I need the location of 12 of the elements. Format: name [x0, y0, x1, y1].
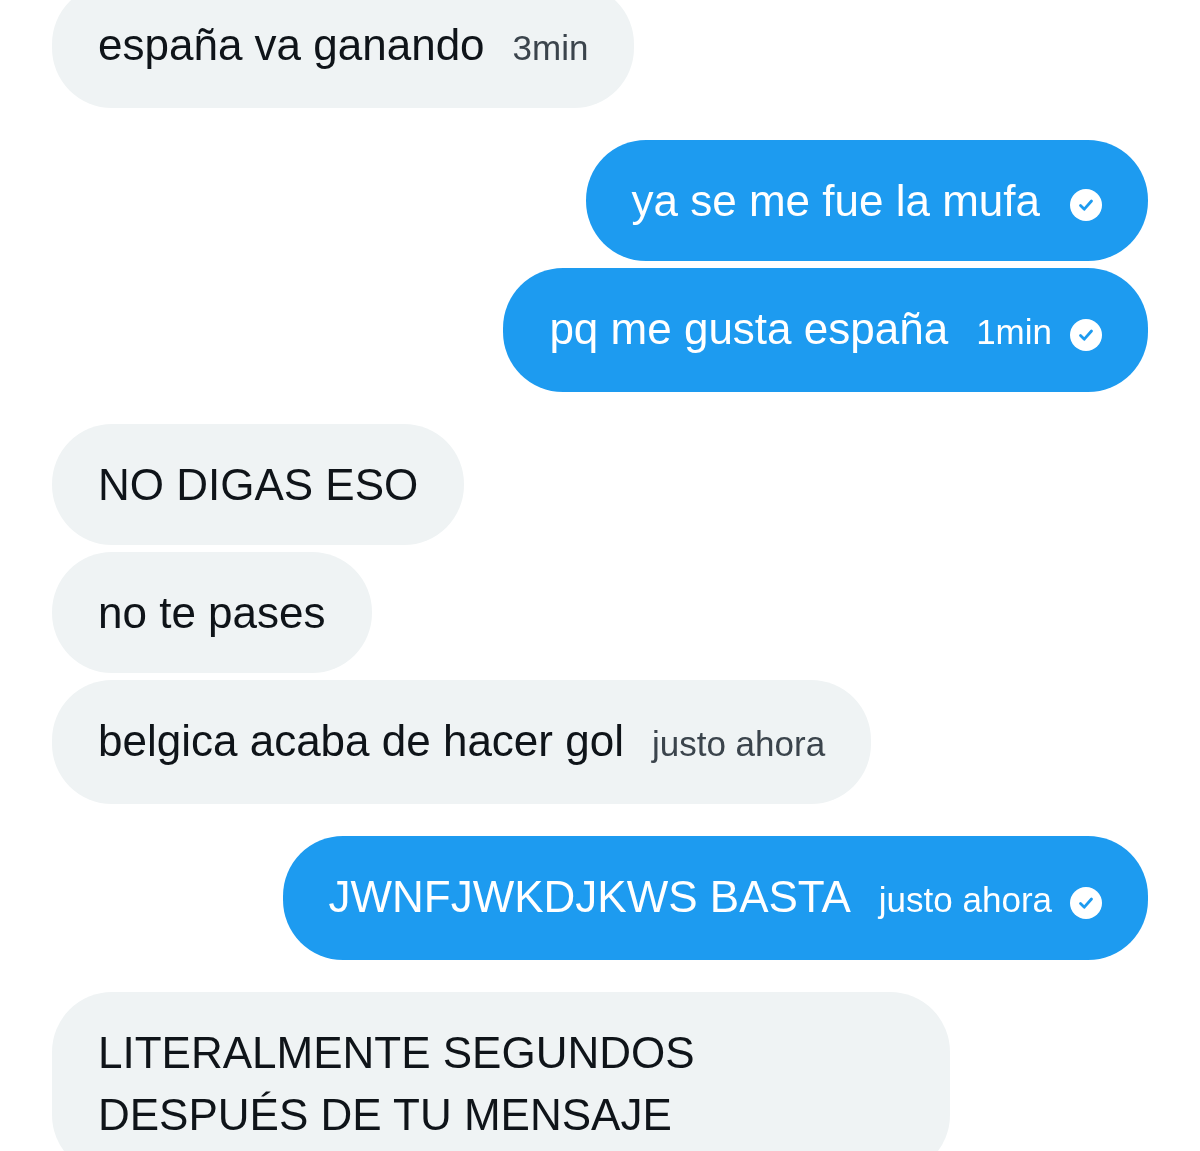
message-text: ya se me fue la mufa	[631, 175, 1040, 227]
timestamp: 1min	[976, 311, 1052, 353]
message-text: pq me gusta españa	[549, 303, 949, 355]
timestamp: justo ahora	[878, 879, 1052, 921]
message-text: no te pases	[98, 587, 326, 639]
message-text: belgica acaba de hacer gol	[98, 715, 624, 767]
message-text: LITERALMENTE SEGUNDOS DESPUÉS DE TU MENSAJE	[98, 1027, 696, 1141]
message-text: JWNFJWKDJKWS BASTA	[328, 871, 851, 923]
timestamp: justo ahora	[651, 723, 826, 765]
message-text: NO DIGAS ESO	[98, 459, 419, 511]
message-text: españa va ganando	[98, 19, 485, 71]
timestamp: 3min	[512, 27, 589, 69]
